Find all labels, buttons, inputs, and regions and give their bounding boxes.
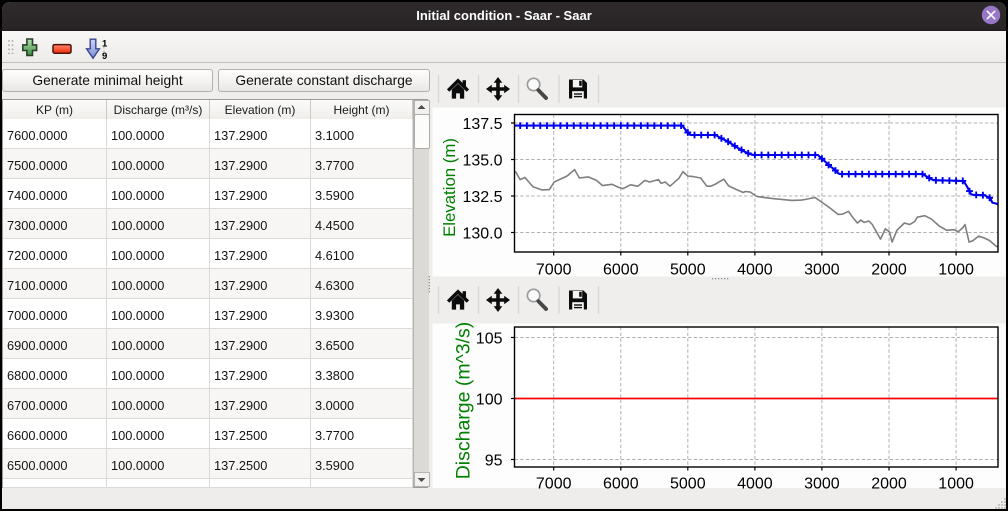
svg-text:100: 100 <box>476 391 503 408</box>
svg-text:2000: 2000 <box>871 476 907 493</box>
svg-text:Elevation (m): Elevation (m) <box>440 138 459 237</box>
svg-text:3000: 3000 <box>804 476 840 493</box>
svg-text:9: 9 <box>102 51 107 60</box>
svg-text:105: 105 <box>476 330 503 347</box>
svg-text:1000: 1000 <box>938 476 974 493</box>
svg-text:4000: 4000 <box>737 476 773 493</box>
svg-text:130.0: 130.0 <box>462 225 502 242</box>
svg-text:4000: 4000 <box>737 262 773 279</box>
svg-text:2000: 2000 <box>871 262 907 279</box>
svg-text:132.5: 132.5 <box>462 189 502 206</box>
svg-text:135.0: 135.0 <box>462 152 502 169</box>
svg-text:95: 95 <box>485 452 503 469</box>
svg-text:3000: 3000 <box>804 262 840 279</box>
svg-text:Discharge (m^3/s): Discharge (m^3/s) <box>452 322 474 480</box>
svg-text:1000: 1000 <box>938 262 974 279</box>
svg-text:7000: 7000 <box>536 262 572 279</box>
svg-text:7000: 7000 <box>536 476 572 493</box>
svg-text:137.5: 137.5 <box>462 116 502 133</box>
svg-text:5000: 5000 <box>670 262 706 279</box>
svg-text:5000: 5000 <box>670 476 706 493</box>
svg-text:6000: 6000 <box>603 476 639 493</box>
svg-text:6000: 6000 <box>603 262 639 279</box>
